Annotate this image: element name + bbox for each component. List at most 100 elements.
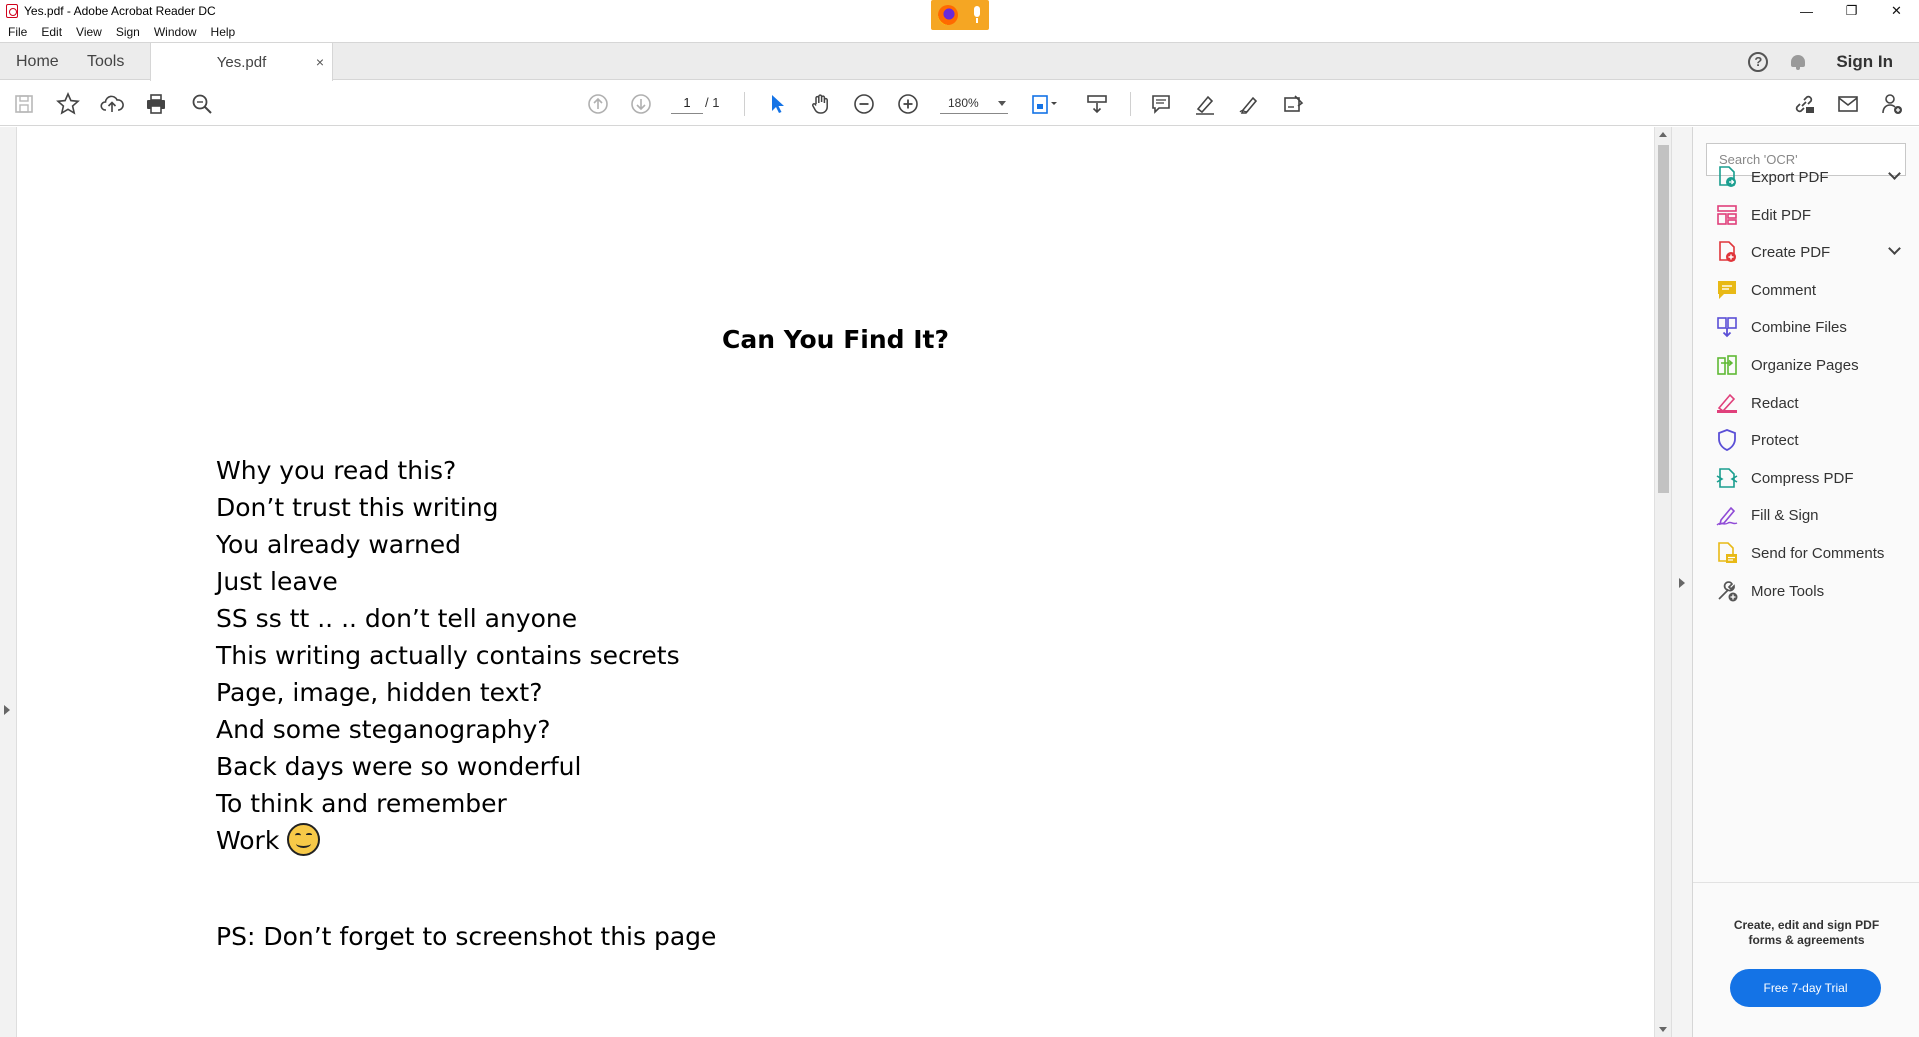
- window-title: Yes.pdf - Adobe Acrobat Reader DC: [24, 4, 216, 18]
- send-sign-icon[interactable]: [1280, 91, 1306, 117]
- export-pdf-icon: [1715, 165, 1739, 189]
- highlight-pen-icon[interactable]: [1192, 91, 1218, 117]
- chevron-down-icon[interactable]: [1888, 167, 1901, 180]
- tool-item-combine-files[interactable]: Combine Files: [1715, 312, 1905, 342]
- tool-item-comment[interactable]: Comment: [1715, 275, 1905, 305]
- close-button[interactable]: ✕: [1874, 0, 1919, 22]
- tool-item-send-for-comments[interactable]: Send for Comments: [1715, 538, 1905, 568]
- select-pointer-icon[interactable]: [764, 91, 790, 117]
- zoom-in-icon[interactable]: [895, 91, 921, 117]
- menu-help[interactable]: Help: [211, 25, 236, 39]
- redact-icon: [1715, 391, 1739, 415]
- hand-icon[interactable]: [808, 91, 834, 117]
- close-tab-icon[interactable]: ×: [316, 54, 324, 70]
- share-link-icon[interactable]: [1791, 91, 1817, 117]
- tool-item-more-tools[interactable]: More Tools: [1715, 576, 1905, 606]
- page-fit-icon[interactable]: [1028, 91, 1062, 117]
- comment-icon[interactable]: [1148, 91, 1174, 117]
- tab-home[interactable]: Home: [16, 43, 59, 80]
- menu-file[interactable]: File: [8, 25, 27, 39]
- header-actions: ? Sign In: [1748, 43, 1919, 80]
- tool-item-label: Compress PDF: [1751, 469, 1854, 487]
- tool-item-label: Create PDF: [1751, 243, 1831, 261]
- scrollbar-thumb[interactable]: [1658, 145, 1669, 493]
- tool-item-label: Comment: [1751, 281, 1817, 299]
- compress-pdf-icon: [1715, 466, 1739, 490]
- tool-item-edit-pdf[interactable]: Edit PDF: [1715, 200, 1905, 230]
- microphone-icon: [972, 6, 982, 24]
- menu-edit[interactable]: Edit: [41, 25, 62, 39]
- tool-item-organize-pages[interactable]: Organize Pages: [1715, 350, 1905, 380]
- upload-icon[interactable]: [99, 91, 125, 117]
- zoom-out-icon[interactable]: [851, 91, 877, 117]
- tool-item-compress-pdf[interactable]: Compress PDF: [1715, 463, 1905, 493]
- minimize-button[interactable]: —: [1784, 0, 1829, 22]
- create-pdf-icon: [1715, 240, 1739, 264]
- zoom-select[interactable]: 180%: [940, 92, 1008, 114]
- menu-view[interactable]: View: [76, 25, 102, 39]
- tool-item-redact[interactable]: Redact: [1715, 388, 1905, 418]
- promo-line: forms & agreements: [1748, 933, 1865, 947]
- document-line: Just leave: [216, 567, 338, 596]
- restore-button[interactable]: ❐: [1829, 0, 1874, 22]
- left-panel-toggle[interactable]: [0, 127, 17, 1037]
- tool-item-label: Redact: [1751, 394, 1799, 412]
- page-number-input[interactable]: 1: [671, 92, 703, 114]
- tab-document[interactable]: Yes.pdf ×: [150, 43, 333, 81]
- notifications-bell-icon[interactable]: [1790, 54, 1806, 70]
- promo-line: Create, edit and sign PDF: [1733, 918, 1880, 932]
- add-user-icon[interactable]: [1879, 91, 1905, 117]
- find-icon[interactable]: [189, 91, 215, 117]
- promo-text: Create, edit and sign PDF forms & agreem…: [1693, 918, 1919, 948]
- menu-window[interactable]: Window: [154, 25, 197, 39]
- document-line: To think and remember: [216, 789, 507, 818]
- print-icon[interactable]: [143, 91, 169, 117]
- chevron-right-icon: [4, 705, 10, 715]
- sign-icon[interactable]: [1236, 91, 1262, 117]
- chevron-down-icon[interactable]: [1888, 242, 1901, 255]
- protect-icon: [1715, 428, 1739, 452]
- vertical-scrollbar[interactable]: [1654, 127, 1671, 1037]
- tool-item-export-pdf[interactable]: Export PDF: [1715, 162, 1905, 192]
- document-line: And some steganography?: [216, 715, 551, 744]
- help-icon[interactable]: ?: [1748, 51, 1769, 72]
- save-icon[interactable]: [11, 91, 37, 117]
- recording-badge[interactable]: [931, 0, 989, 30]
- right-pane-toggle[interactable]: [1671, 127, 1692, 1037]
- sign-in-button[interactable]: Sign In: [1836, 52, 1893, 72]
- document-line: Why you read this?: [216, 456, 457, 485]
- divider: [1693, 882, 1919, 883]
- scroll-down-icon[interactable]: [1659, 1027, 1667, 1032]
- chevron-down-icon: [998, 101, 1006, 106]
- tool-item-label: Combine Files: [1751, 318, 1847, 336]
- fill-sign-icon: [1715, 503, 1739, 527]
- document-line: Don’t trust this writing: [216, 493, 499, 522]
- tool-item-fill-sign[interactable]: Fill & Sign: [1715, 500, 1905, 530]
- document-line: SS ss tt .. .. don’t tell anyone: [216, 604, 578, 633]
- scroll-up-icon[interactable]: [1659, 132, 1667, 137]
- menu-sign[interactable]: Sign: [116, 25, 140, 39]
- tool-item-protect[interactable]: Protect: [1715, 425, 1905, 455]
- prev-page-icon[interactable]: [585, 91, 611, 117]
- next-page-icon[interactable]: [628, 91, 654, 117]
- title-bar: Yes.pdf - Adobe Acrobat Reader DC — ❐ ✕: [0, 0, 1919, 30]
- tab-bar: Home Tools Yes.pdf × ? Sign In: [0, 42, 1919, 81]
- scroll-mode-icon[interactable]: [1084, 91, 1110, 117]
- document-line: Back days were so wonderful: [216, 752, 582, 781]
- tool-item-create-pdf[interactable]: Create PDF: [1715, 237, 1905, 267]
- tab-tools[interactable]: Tools: [87, 43, 124, 80]
- document-line-text: Work: [216, 826, 280, 855]
- smiley-emoji-icon: [287, 822, 321, 856]
- document-line-work: Work: [216, 822, 680, 859]
- acrobat-app-icon: [6, 4, 18, 18]
- document-page[interactable]: Can You Find It? Why you read this? Don’…: [17, 127, 1654, 1037]
- star-icon[interactable]: [55, 91, 81, 117]
- email-icon[interactable]: [1835, 91, 1861, 117]
- comment-icon: [1715, 278, 1739, 302]
- page-total-label: / 1: [705, 95, 720, 110]
- more-tools-icon: [1715, 579, 1739, 603]
- zoom-value: 180%: [948, 96, 979, 110]
- free-trial-button[interactable]: Free 7-day Trial: [1730, 969, 1881, 1007]
- tool-item-label: Protect: [1751, 431, 1799, 449]
- tools-pane: Search 'OCR' Export PDF Edit PDF Create PD…: [1692, 127, 1919, 1037]
